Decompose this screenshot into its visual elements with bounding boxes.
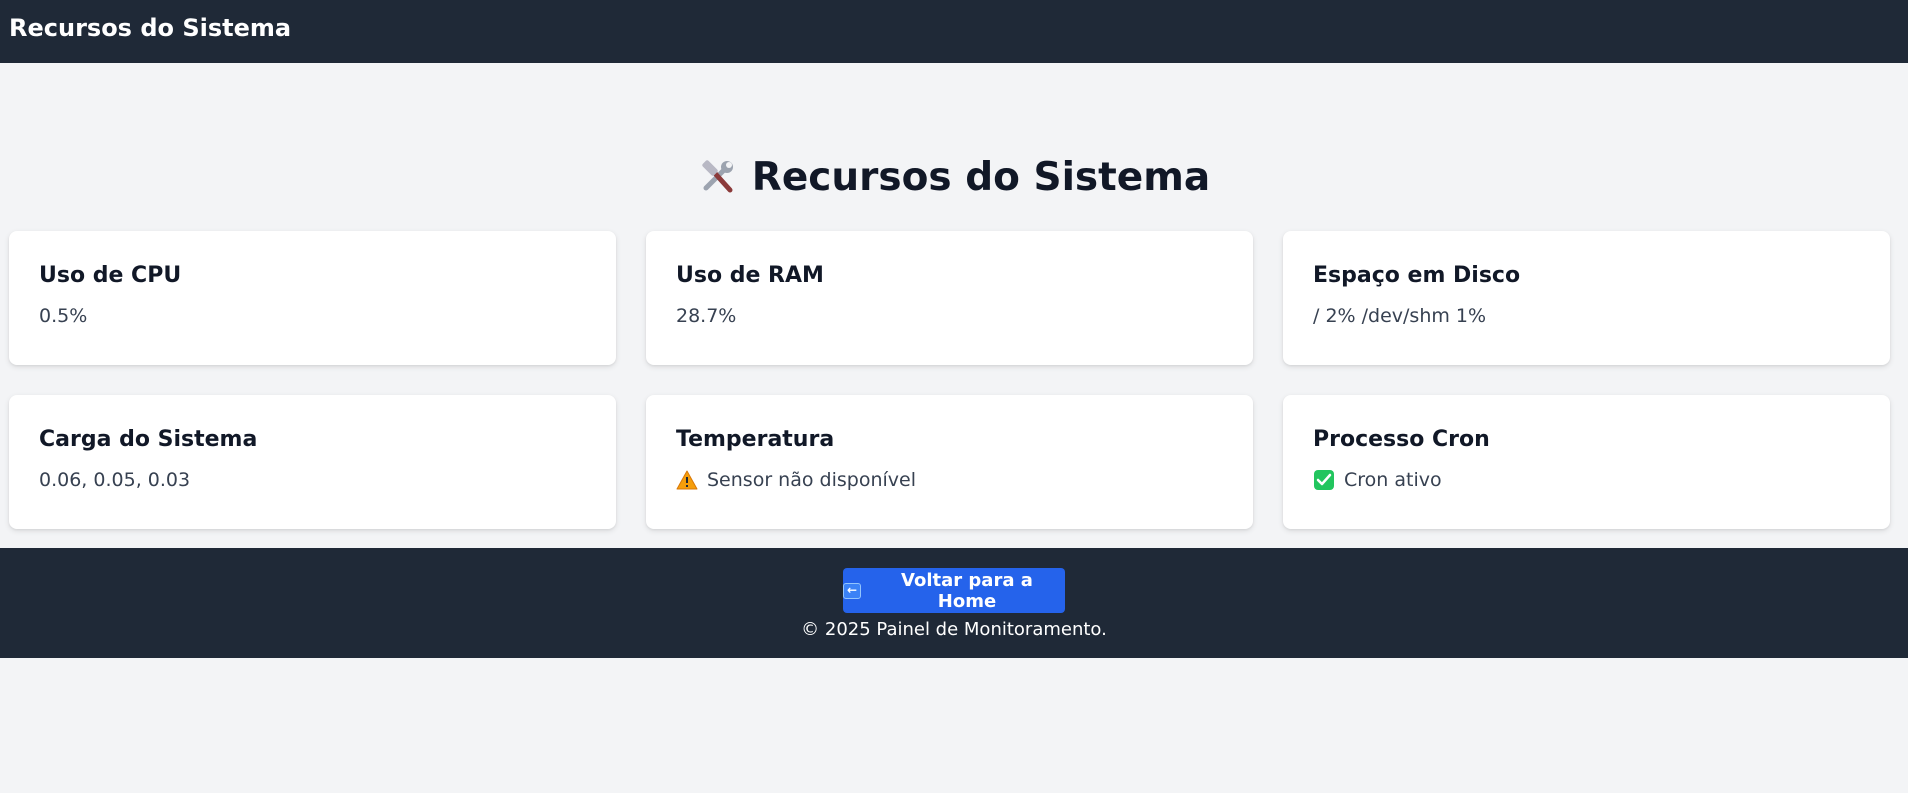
page-heading: Recursos do Sistema (0, 155, 1908, 200)
page-title: Recursos do Sistema (751, 155, 1211, 200)
card-title: Processo Cron (1313, 427, 1490, 452)
card-value: 0.06, 0.05, 0.03 (39, 469, 586, 491)
ram-usage-value: 28.7% (676, 305, 737, 327)
card-value: 0.5% (39, 305, 586, 327)
cron-process-card: Processo Cron Cron ativo (1283, 395, 1890, 529)
system-load-value: 0.06, 0.05, 0.03 (39, 469, 191, 491)
main-content: Recursos do Sistema Uso de CPU 0.5% Uso … (0, 63, 1908, 548)
copyright-text: © 2025 Painel de Monitoramento. (801, 619, 1107, 640)
ram-usage-card: Uso de RAM 28.7% (646, 231, 1253, 365)
card-value: 28.7% (676, 305, 1223, 327)
temperature-value: Sensor não disponível (707, 469, 916, 491)
cpu-usage-value: 0.5% (39, 305, 88, 327)
home-button-label: Voltar para a Home (901, 569, 1033, 612)
card-value: Sensor não disponível (676, 469, 1223, 491)
footer: ← Voltar para a Home © 2025 Painel de Mo… (0, 548, 1908, 658)
card-title: Espaço em Disco (1313, 263, 1521, 288)
left-arrow-icon: ← (843, 582, 861, 599)
hammer-and-wrench-icon (698, 158, 738, 198)
card-title: Carga do Sistema (39, 427, 258, 452)
card-value: Cron ativo (1313, 469, 1860, 491)
temperature-card: Temperatura Sensor não disponível (646, 395, 1253, 529)
card-title: Uso de RAM (676, 263, 824, 288)
cpu-usage-card: Uso de CPU 0.5% (9, 231, 616, 365)
card-title: Temperatura (676, 427, 835, 452)
warning-icon (676, 469, 698, 491)
card-title: Uso de CPU (39, 263, 182, 288)
system-load-card: Carga do Sistema 0.06, 0.05, 0.03 (9, 395, 616, 529)
app-title: Recursos do Sistema (9, 13, 292, 42)
disk-space-card: Espaço em Disco / 2% /dev/shm 1% (1283, 231, 1890, 365)
disk-space-value: / 2% /dev/shm 1% (1313, 305, 1487, 327)
back-to-home-button[interactable]: ← Voltar para a Home (843, 568, 1065, 613)
resource-cards-grid: Uso de CPU 0.5% Uso de RAM 28.7% Espaço … (9, 231, 1890, 529)
top-bar: Recursos do Sistema (0, 0, 1908, 63)
cron-status-value: Cron ativo (1344, 469, 1442, 491)
check-mark-icon (1313, 469, 1335, 491)
card-value: / 2% /dev/shm 1% (1313, 305, 1860, 327)
